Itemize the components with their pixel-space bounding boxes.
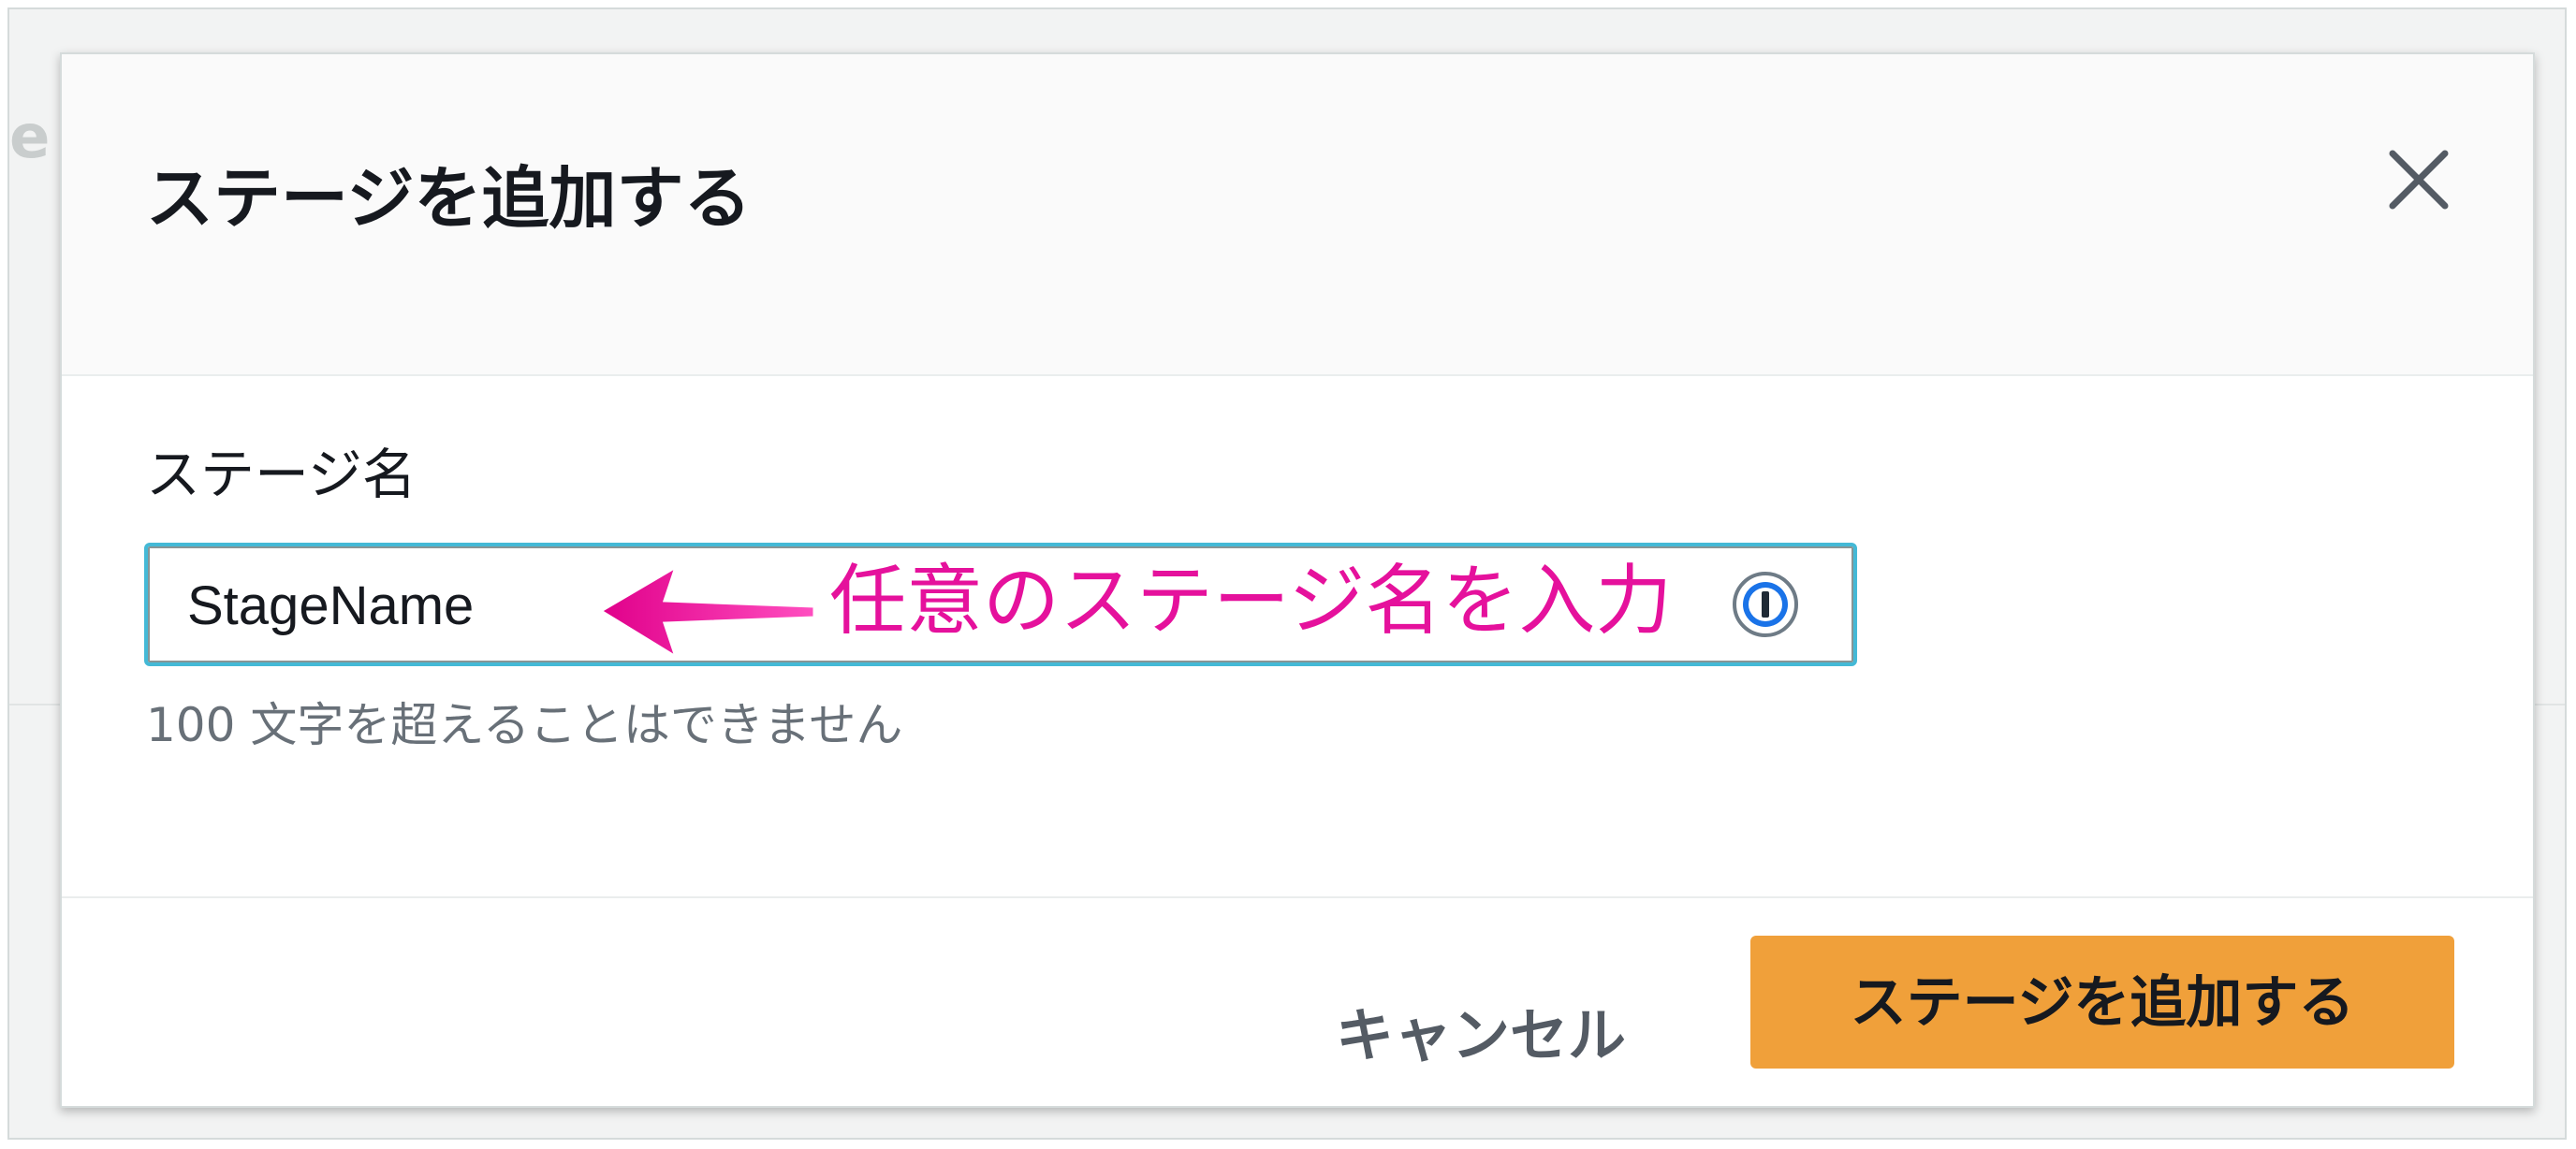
stage-name-label: ステージ名 xyxy=(146,443,417,506)
close-button[interactable] xyxy=(2379,140,2458,219)
cancel-button[interactable]: キャンセル xyxy=(1294,981,1668,1089)
password-manager-icon[interactable] xyxy=(1732,571,1799,638)
modal-title: ステージを追加する xyxy=(146,159,752,238)
background-partial-text: e xyxy=(9,103,51,172)
modal-footer-divider xyxy=(62,896,2533,898)
stage-name-hint: 100 文字を超えることはできません xyxy=(146,698,903,752)
annotation-label: 任意のステージ名を入力 xyxy=(829,557,1673,646)
arrow-left-icon xyxy=(595,560,820,662)
close-icon xyxy=(2389,150,2449,210)
modal-header: ステージを追加する xyxy=(62,54,2533,376)
add-stage-button[interactable]: ステージを追加する xyxy=(1750,936,2454,1069)
stage-name-input[interactable] xyxy=(187,567,562,644)
add-stage-modal: ステージを追加する ステージ名 StageName 任意のステージ名を入力 10… xyxy=(60,52,2535,1108)
